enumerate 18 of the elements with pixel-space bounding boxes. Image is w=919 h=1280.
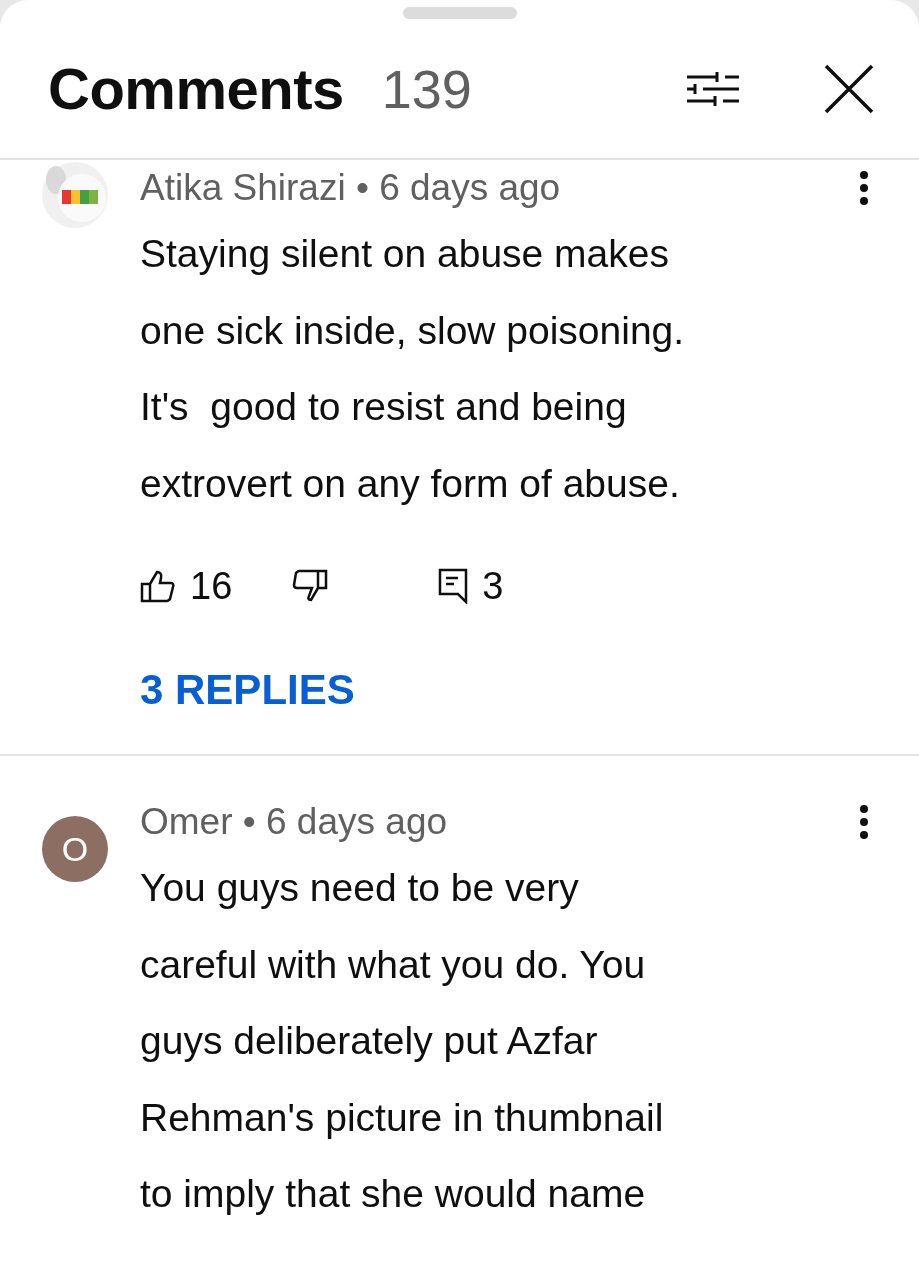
comment-meta: Atika Shirazi • 6 days ago xyxy=(140,167,562,209)
dislike-icon[interactable] xyxy=(292,569,329,603)
drag-handle[interactable] xyxy=(402,7,517,19)
comment-text: You guys need to be very careful with what you do. You guys deliberately put Azfar Rehman's picture in thumbnail to imply that she would name xyxy=(140,865,665,1217)
comment-count: 139 xyxy=(381,57,472,120)
comment-text: Staying silent on abuse makes one sick inside, slow poisoning. It's good to resist and being extrovert on any form of abuse. xyxy=(140,231,686,507)
reply-icon[interactable] xyxy=(438,568,469,604)
reply-count: 3 xyxy=(482,564,504,608)
like-icon[interactable] xyxy=(140,569,176,603)
panel-title: Comments xyxy=(48,55,344,122)
filter-icon[interactable] xyxy=(685,70,741,107)
like-count: 16 xyxy=(190,564,233,608)
more-icon[interactable] xyxy=(859,170,869,206)
comment-meta: Omer • 6 days ago xyxy=(140,801,449,843)
replies-link[interactable]: 3 REPLIES xyxy=(140,666,355,714)
more-icon[interactable] xyxy=(859,804,869,840)
close-icon[interactable] xyxy=(823,62,875,115)
avatar[interactable]: O xyxy=(42,816,108,882)
